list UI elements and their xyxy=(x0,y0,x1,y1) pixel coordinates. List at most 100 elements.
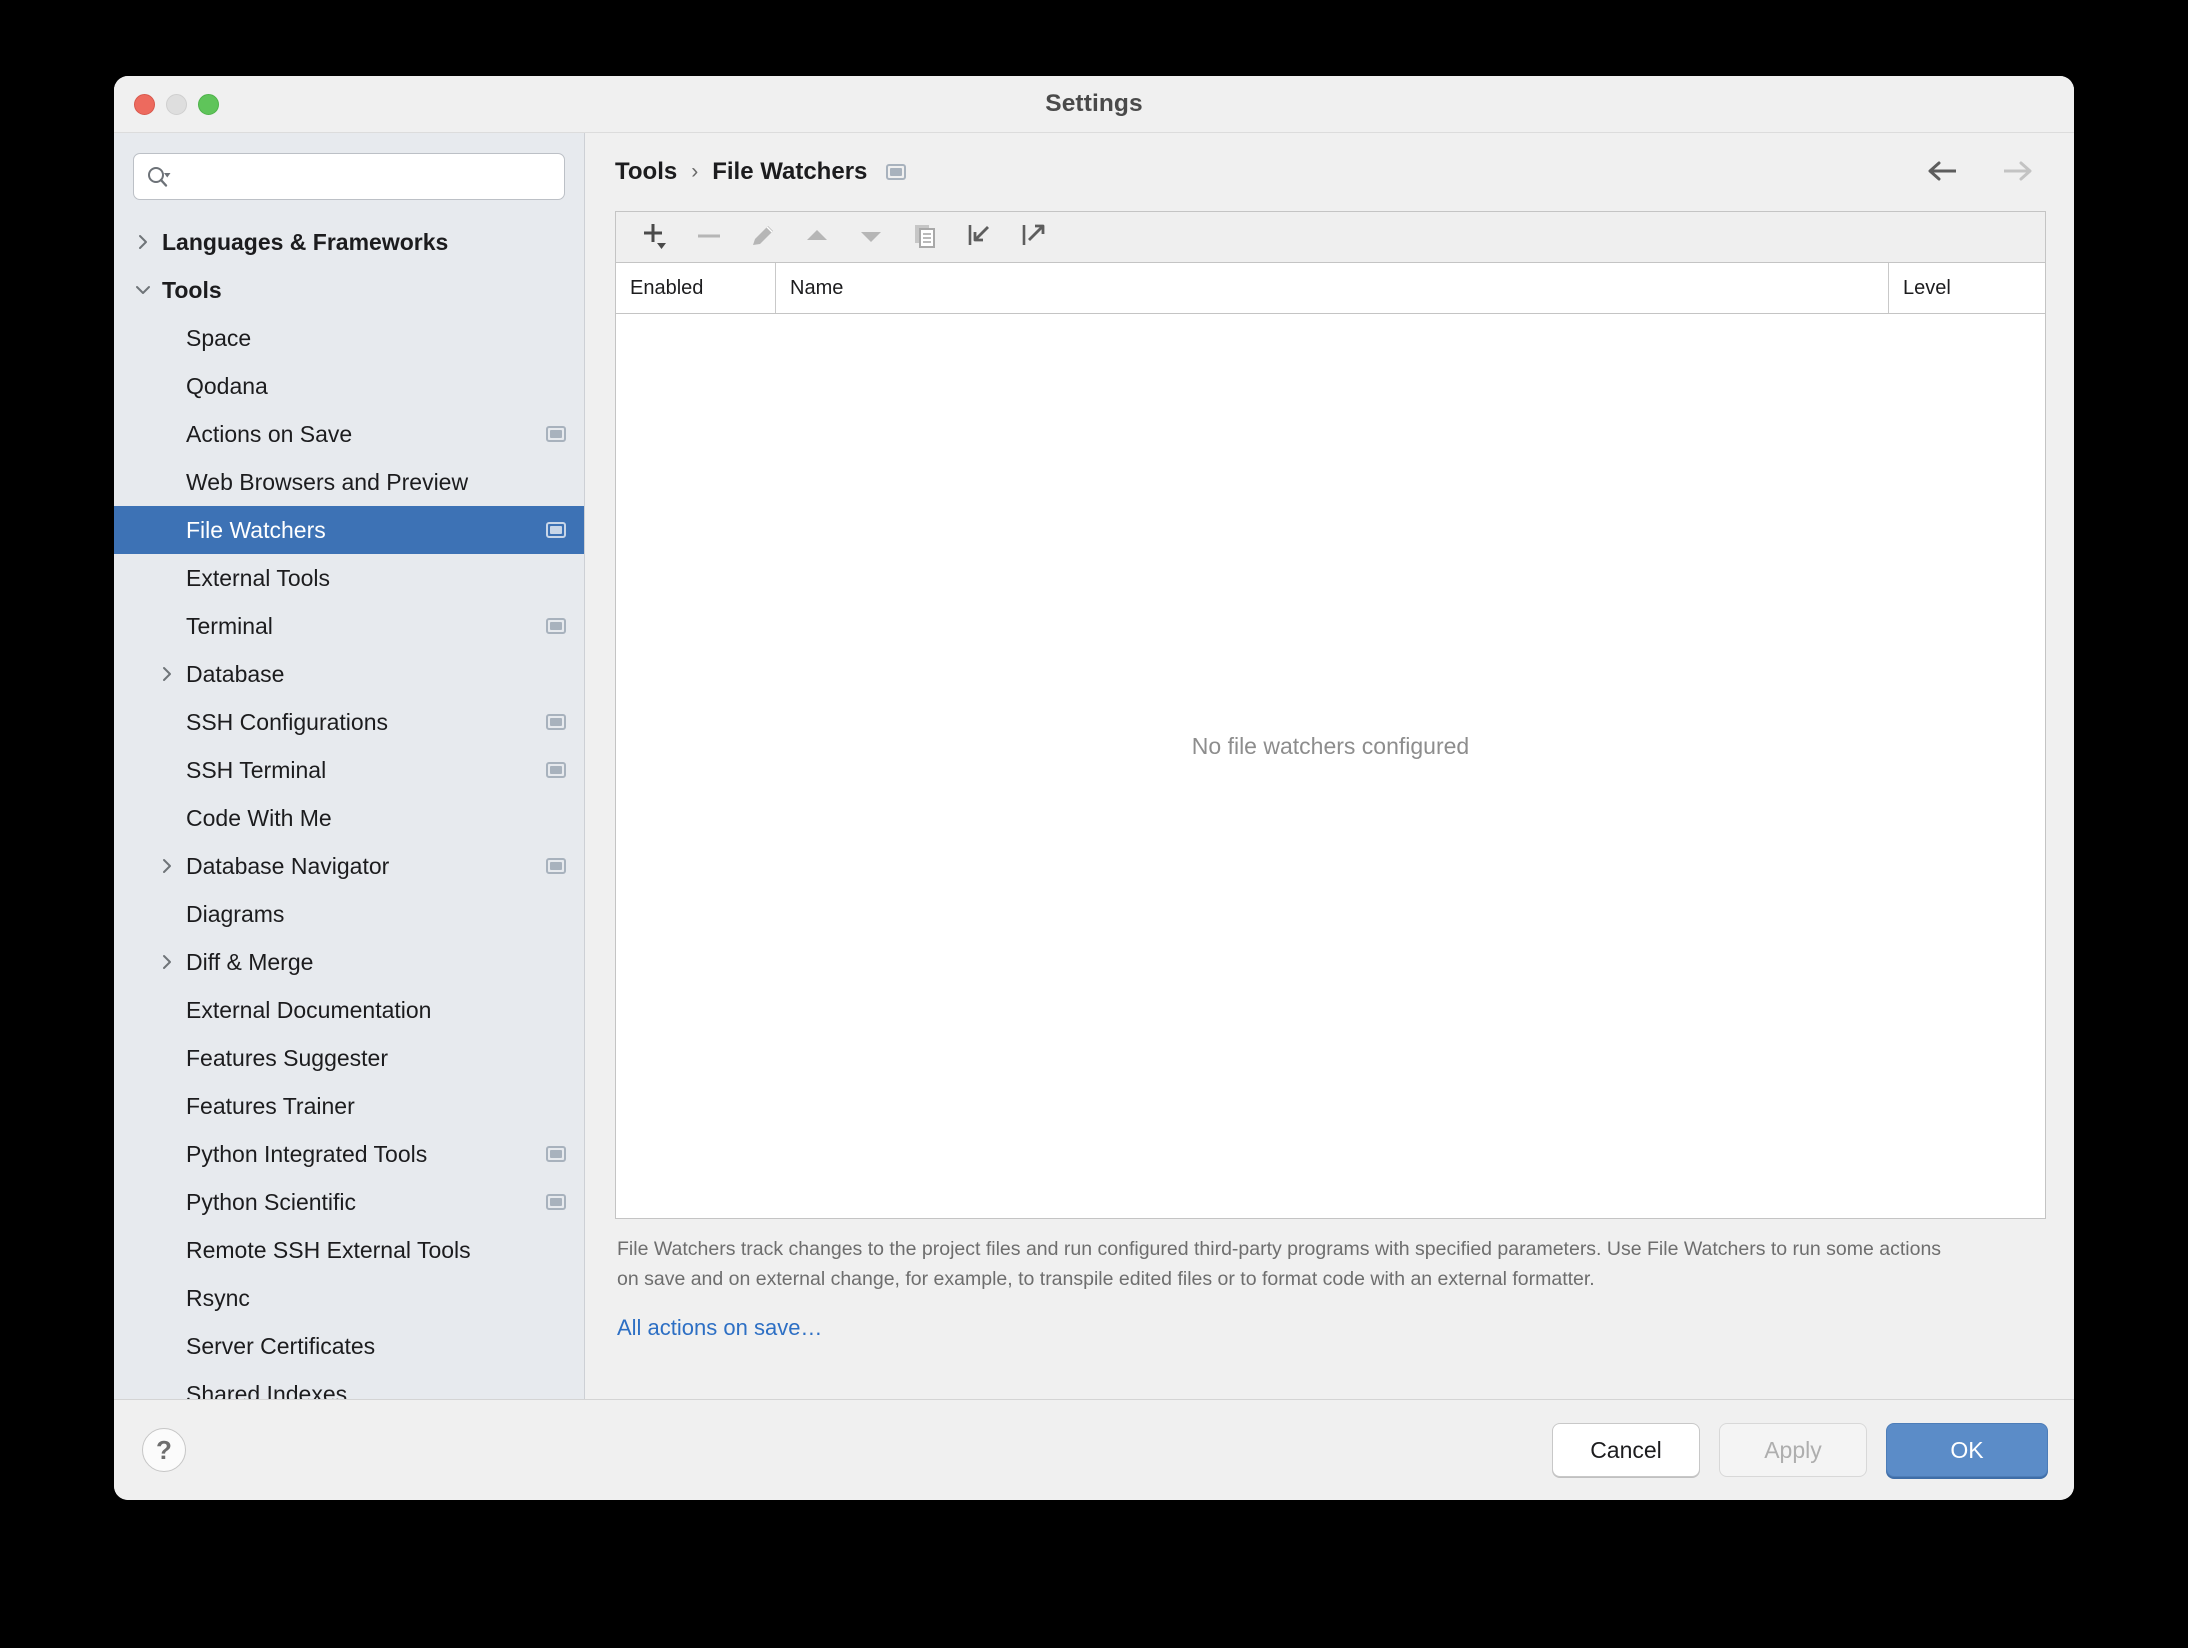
sidebar-item-label: File Watchers xyxy=(186,517,536,544)
sidebar-item-diff-merge[interactable]: Diff & Merge xyxy=(114,938,584,986)
sidebar-item-label: Tools xyxy=(162,277,566,304)
window-body: Languages & Frameworks Tools SpaceQodana Ac… xyxy=(114,132,2074,1399)
sidebar-item-external-documentation[interactable]: External Documentation xyxy=(114,986,584,1034)
arrow-right-icon xyxy=(2000,159,2034,186)
sidebar-item-languages-frameworks[interactable]: Languages & Frameworks xyxy=(114,218,584,266)
sidebar-item-label: Terminal xyxy=(186,613,536,640)
table-toolbar xyxy=(616,212,2045,263)
sidebar-item-terminal[interactable]: Terminal xyxy=(114,602,584,650)
settings-window: Settings xyxy=(114,76,2074,1500)
window-title: Settings xyxy=(114,90,2074,118)
sidebar-item-label: Python Integrated Tools xyxy=(186,1141,536,1168)
chevron-down-icon[interactable] xyxy=(130,281,156,299)
file-watchers-table: Enabled Name Level No file watchers conf… xyxy=(615,211,2046,1219)
sidebar-item-web-browsers-and-preview[interactable]: Web Browsers and Preview xyxy=(114,458,584,506)
sidebar-item-label: Database Navigator xyxy=(186,853,536,880)
sidebar-item-server-certificates[interactable]: Server Certificates xyxy=(114,1322,584,1370)
sidebar-item-remote-ssh-external-tools[interactable]: Remote SSH External Tools xyxy=(114,1226,584,1274)
sidebar-item-actions-on-save[interactable]: Actions on Save xyxy=(114,410,584,458)
arrow-down-left-icon xyxy=(964,221,994,254)
sidebar-item-shared-indexes[interactable]: Shared Indexes xyxy=(114,1370,584,1399)
sidebar-item-label: Remote SSH External Tools xyxy=(186,1237,566,1264)
arrow-up-right-icon xyxy=(1018,221,1048,254)
sidebar-item-features-suggester[interactable]: Features Suggester xyxy=(114,1034,584,1082)
project-scope-icon xyxy=(546,1194,566,1210)
sidebar-item-label: Server Certificates xyxy=(186,1333,566,1360)
sidebar-item-label: External Tools xyxy=(186,565,566,592)
sidebar-item-label: Shared Indexes xyxy=(186,1381,566,1400)
apply-button[interactable]: Apply xyxy=(1719,1423,1867,1477)
settings-main-panel: Tools › File Watchers xyxy=(585,133,2074,1399)
project-scope-icon xyxy=(546,858,566,874)
search-field[interactable] xyxy=(133,153,565,200)
search-input[interactable] xyxy=(180,153,552,200)
project-scope-icon xyxy=(546,762,566,778)
back-button[interactable] xyxy=(1918,150,1968,194)
breadcrumb-separator: › xyxy=(691,160,698,184)
sidebar-item-python-scientific[interactable]: Python Scientific xyxy=(114,1178,584,1226)
project-scope-icon xyxy=(886,164,906,180)
sidebar-item-diagrams[interactable]: Diagrams xyxy=(114,890,584,938)
remove-watcher-button[interactable] xyxy=(684,215,734,259)
sidebar-item-qodana[interactable]: Qodana xyxy=(114,362,584,410)
search-icon xyxy=(146,165,172,189)
forward-button[interactable] xyxy=(1992,150,2042,194)
breadcrumb-navigation xyxy=(1918,150,2046,194)
chevron-right-icon[interactable] xyxy=(154,953,180,971)
sidebar-item-ssh-configurations[interactable]: SSH Configurations xyxy=(114,698,584,746)
screenshot-root: Settings xyxy=(0,0,2188,1648)
triangle-down-icon xyxy=(856,221,886,254)
window-titlebar: Settings xyxy=(114,76,2074,132)
maximize-window-button[interactable] xyxy=(198,94,219,115)
traffic-lights xyxy=(134,76,219,132)
column-header-level[interactable]: Level xyxy=(1889,263,2045,313)
copy-icon xyxy=(910,221,940,254)
chevron-right-icon[interactable] xyxy=(154,857,180,875)
copy-watcher-button[interactable] xyxy=(900,215,950,259)
all-actions-on-save-link[interactable]: All actions on save… xyxy=(617,1315,822,1340)
column-header-name[interactable]: Name xyxy=(776,263,1889,313)
ok-button[interactable]: OK xyxy=(1886,1423,2048,1477)
sidebar-item-features-trainer[interactable]: Features Trainer xyxy=(114,1082,584,1130)
sidebar-item-label: Diagrams xyxy=(186,901,566,928)
sidebar-item-code-with-me[interactable]: Code With Me xyxy=(114,794,584,842)
breadcrumb: Tools › File Watchers xyxy=(615,133,2046,211)
cancel-button[interactable]: Cancel xyxy=(1552,1423,1700,1477)
sidebar-item-label: Python Scientific xyxy=(186,1189,536,1216)
minus-icon xyxy=(694,221,724,254)
move-up-button[interactable] xyxy=(792,215,842,259)
sidebar-item-tools[interactable]: Tools xyxy=(114,266,584,314)
chevron-right-icon[interactable] xyxy=(154,665,180,683)
settings-tree[interactable]: Languages & Frameworks Tools SpaceQodana Ac… xyxy=(114,214,584,1399)
move-down-button[interactable] xyxy=(846,215,896,259)
minimize-window-button[interactable] xyxy=(166,94,187,115)
close-window-button[interactable] xyxy=(134,94,155,115)
settings-sidebar: Languages & Frameworks Tools SpaceQodana Ac… xyxy=(114,133,585,1399)
help-button[interactable]: ? xyxy=(142,1428,186,1472)
project-scope-icon xyxy=(546,522,566,538)
sidebar-item-external-tools[interactable]: External Tools xyxy=(114,554,584,602)
pencil-icon xyxy=(748,221,778,254)
import-button[interactable] xyxy=(954,215,1004,259)
project-scope-icon xyxy=(546,1146,566,1162)
sidebar-item-label: SSH Terminal xyxy=(186,757,536,784)
chevron-right-icon[interactable] xyxy=(130,233,156,251)
sidebar-item-rsync[interactable]: Rsync xyxy=(114,1274,584,1322)
sidebar-item-database[interactable]: Database xyxy=(114,650,584,698)
sidebar-item-label: Features Trainer xyxy=(186,1093,566,1120)
sidebar-item-space[interactable]: Space xyxy=(114,314,584,362)
sidebar-item-label: Languages & Frameworks xyxy=(162,229,566,256)
dialog-footer: ? Cancel Apply OK xyxy=(114,1399,2074,1500)
sidebar-search-area xyxy=(114,133,584,214)
export-button[interactable] xyxy=(1008,215,1058,259)
sidebar-item-database-navigator[interactable]: Database Navigator xyxy=(114,842,584,890)
add-watcher-button[interactable] xyxy=(630,215,680,259)
sidebar-item-file-watchers[interactable]: File Watchers xyxy=(114,506,584,554)
plus-dropdown-icon xyxy=(640,221,670,254)
sidebar-item-python-integrated-tools[interactable]: Python Integrated Tools xyxy=(114,1130,584,1178)
sidebar-item-ssh-terminal[interactable]: SSH Terminal xyxy=(114,746,584,794)
sidebar-item-label: Actions on Save xyxy=(186,421,536,448)
edit-watcher-button[interactable] xyxy=(738,215,788,259)
breadcrumb-root[interactable]: Tools xyxy=(615,158,677,186)
column-header-enabled[interactable]: Enabled xyxy=(616,263,776,313)
